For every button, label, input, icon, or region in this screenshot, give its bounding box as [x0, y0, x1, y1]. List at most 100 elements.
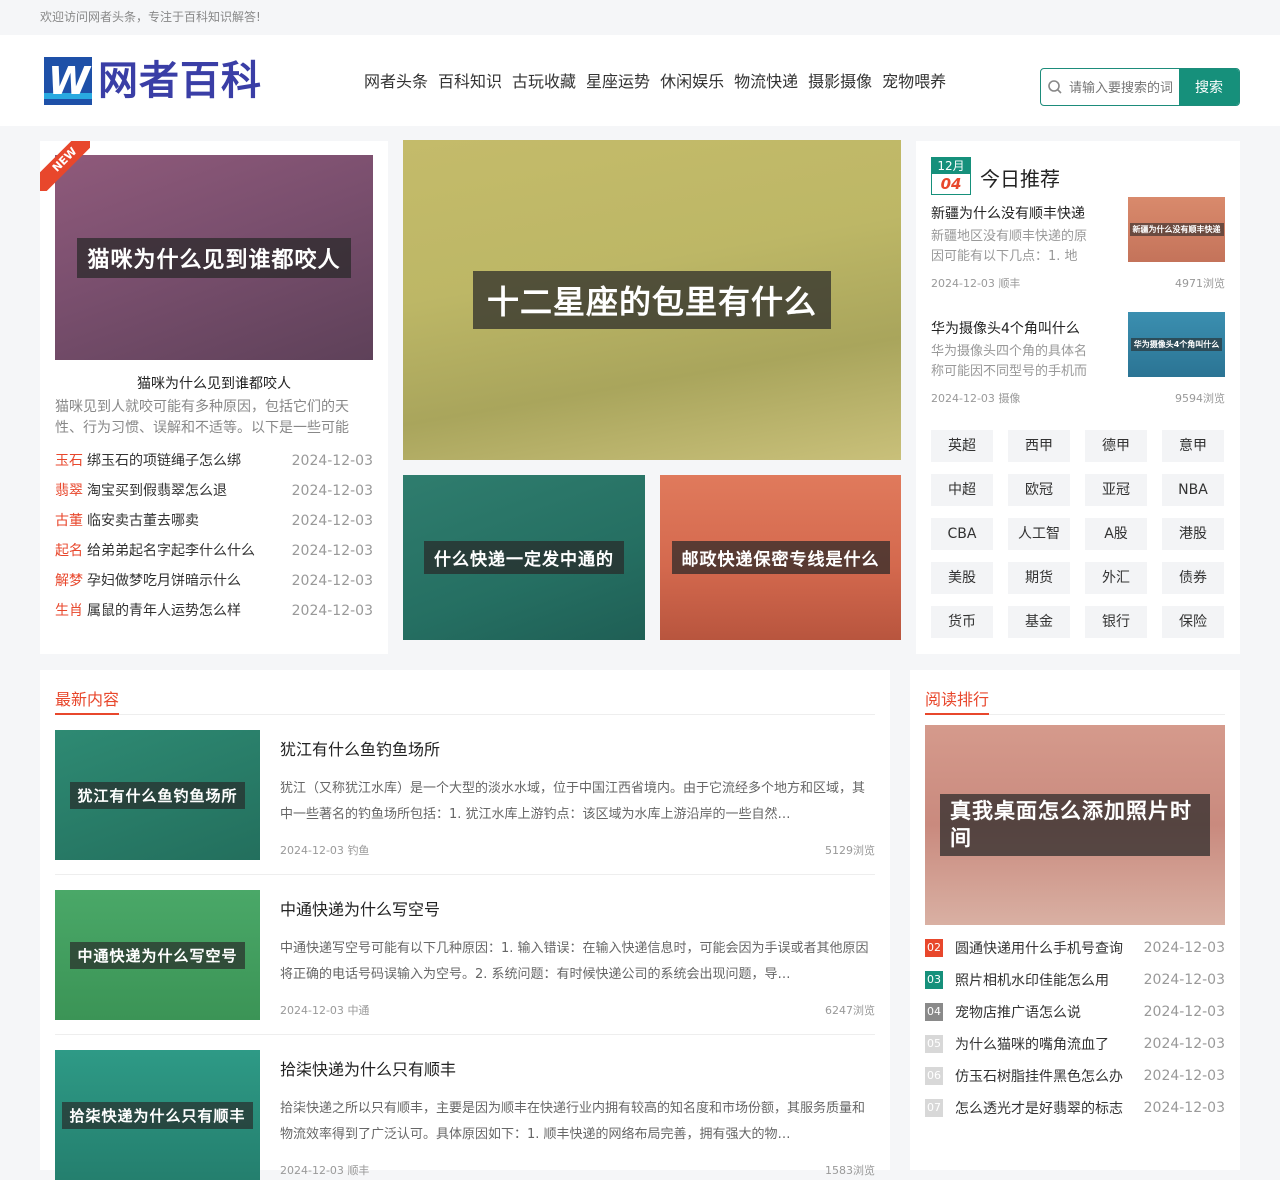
ranking-top-image[interactable]: 真我桌面怎么添加照片时间 — [925, 725, 1225, 925]
featured-image[interactable]: 猫咪为什么见到谁都咬人 — [55, 155, 373, 360]
tag-link[interactable]: 英超 — [931, 430, 993, 462]
latest-section: 最新内容 犹江有什么鱼钓鱼场所 犹江有什么鱼钓鱼场所 犹江（又称犹江水库）是一个… — [40, 670, 890, 1180]
recommend-thumb[interactable]: 华为摄像头4个角叫什么 — [1128, 312, 1225, 377]
nav-item[interactable]: 休闲娱乐 — [660, 68, 724, 96]
ranking-item[interactable]: 06 仿玉石树脂挂件黑色怎么办 2024-12-03 — [925, 1060, 1225, 1092]
ranking-item[interactable]: 05 为什么猫咪的嘴角流血了 2024-12-03 — [925, 1028, 1225, 1060]
article-desc: 中通快递写空号可能有以下几种原因：1. 输入错误：在输入快递信息时，可能会因为手… — [280, 941, 869, 982]
category-tag[interactable]: 古董 — [55, 509, 83, 539]
recommend-item[interactable]: 新疆为什么没有顺丰快递 新疆地区没有顺丰快递的原因可能有以下几点：1. 地理因…… — [931, 197, 1225, 303]
new-badge: NEW — [40, 141, 90, 191]
rank-number: 05 — [925, 1035, 943, 1053]
ranking-list: 02 圆通快递用什么手机号查询 2024-12-03 03 照片相机水印佳能怎么用 20… — [925, 932, 1225, 1124]
sub-banner-1-caption: 什么快递一定发中通的 — [424, 541, 624, 574]
nav-item[interactable]: 摄影摄像 — [808, 68, 872, 96]
article-title[interactable]: 犹江有什么鱼钓鱼场所 — [280, 736, 440, 760]
tag-link[interactable]: 港股 — [1162, 518, 1224, 550]
article-desc: 拾柒快递之所以只有顺丰，主要是因为顺丰在快递行业内拥有较高的知名度和市场份额，其… — [280, 1101, 866, 1142]
search-box: 搜索 — [1040, 68, 1240, 106]
ranking-item[interactable]: 03 照片相机水印佳能怎么用 2024-12-03 — [925, 964, 1225, 996]
list-item[interactable]: 生肖 属鼠的青年人运势怎么样 2024-12-03 — [55, 599, 373, 629]
article-title[interactable]: 中通快递为什么写空号 — [280, 896, 440, 920]
recommend-title[interactable]: 新疆为什么没有顺丰快递 — [931, 203, 1085, 223]
sub-banner-2[interactable]: 邮政快递保密专线是什么 — [660, 475, 901, 640]
tag-link[interactable]: 人工智 — [1008, 518, 1070, 550]
article-item[interactable]: 犹江有什么鱼钓鱼场所 犹江有什么鱼钓鱼场所 犹江（又称犹江水库）是一个大型的淡水… — [55, 730, 875, 860]
nav-item[interactable]: 物流快递 — [734, 68, 798, 96]
date-badge: 12月 04 — [931, 157, 971, 195]
article-title[interactable]: 拾柒快递为什么只有顺丰 — [280, 1056, 456, 1080]
recommend-title[interactable]: 华为摄像头4个角叫什么 — [931, 318, 1080, 338]
main-banner-caption: 十二星座的包里有什么 — [472, 271, 831, 329]
tag-cloud: 英超 西甲 德甲 意甲 中超 欧冠 亚冠 NBA CBA 人工智 A股 港股 美… — [931, 430, 1225, 638]
ranking-item[interactable]: 02 圆通快递用什么手机号查询 2024-12-03 — [925, 932, 1225, 964]
tag-link[interactable]: 中超 — [931, 474, 993, 506]
tag-link[interactable]: 亚冠 — [1085, 474, 1147, 506]
list-item[interactable]: 翡翠 淘宝买到假翡翠怎么退 2024-12-03 — [55, 479, 373, 509]
tag-link[interactable]: CBA — [931, 518, 993, 550]
welcome-text: 欢迎访问网者头条，专注于百科知识解答! — [40, 10, 261, 24]
article-thumb[interactable]: 中通快递为什么写空号 — [55, 890, 260, 1020]
rank-number: 07 — [925, 1099, 943, 1117]
nav-item[interactable]: 百科知识 — [438, 68, 502, 96]
article-thumb[interactable]: 犹江有什么鱼钓鱼场所 — [55, 730, 260, 860]
article-desc: 犹江（又称犹江水库）是一个大型的淡水水域，位于中国江西省境内。由于它流经多个地方… — [280, 781, 866, 822]
tag-link[interactable]: 外汇 — [1085, 562, 1147, 594]
main-banner[interactable]: 十二星座的包里有什么 — [403, 140, 901, 460]
list-item[interactable]: 玉石 绑玉石的项链绳子怎么绑 2024-12-03 — [55, 449, 373, 479]
tag-link[interactable]: A股 — [1085, 518, 1147, 550]
list-item[interactable]: 解梦 孕妇做梦吃月饼暗示什么 2024-12-03 — [55, 569, 373, 599]
logo-icon: W — [44, 57, 92, 105]
category-tag[interactable]: 起名 — [55, 539, 83, 569]
tag-link[interactable]: 货币 — [931, 606, 993, 638]
featured-list: 玉石 绑玉石的项链绳子怎么绑 2024-12-03 翡翠 淘宝买到假翡翠怎么退 2024… — [55, 449, 373, 629]
recommend-item[interactable]: 华为摄像头4个角叫什么 华为摄像头四个角的具体名称可能因不同型号的手机而有… 2… — [931, 312, 1225, 418]
tag-link[interactable]: 基金 — [1008, 606, 1070, 638]
today-card: 12月 04 今日推荐 新疆为什么没有顺丰快递 新疆地区没有顺丰快递的原因可能有… — [916, 141, 1240, 654]
recommend-thumb[interactable]: 新疆为什么没有顺丰快递 — [1128, 197, 1225, 262]
tag-link[interactable]: 保险 — [1162, 606, 1224, 638]
rank-number: 02 — [925, 939, 943, 957]
category-tag[interactable]: 解梦 — [55, 569, 83, 599]
nav-item[interactable]: 网者头条 — [364, 68, 428, 96]
tag-link[interactable]: 德甲 — [1085, 430, 1147, 462]
site-header: W 网者百科 网者头条 百科知识 古玩收藏 星座运势 休闲娱乐 物流快递 摄影摄… — [0, 35, 1280, 126]
tag-link[interactable]: 欧冠 — [1008, 474, 1070, 506]
today-heading: 今日推荐 — [980, 167, 1060, 191]
tag-link[interactable]: 债券 — [1162, 562, 1224, 594]
welcome-bar: 欢迎访问网者头条，专注于百科知识解答! — [0, 0, 1280, 35]
main-nav: 网者头条 百科知识 古玩收藏 星座运势 休闲娱乐 物流快递 摄影摄像 宠物喂养 — [364, 68, 946, 96]
nav-item[interactable]: 星座运势 — [586, 68, 650, 96]
featured-title[interactable]: 猫咪为什么见到谁都咬人 — [40, 373, 388, 393]
tag-link[interactable]: 银行 — [1085, 606, 1147, 638]
rank-number: 03 — [925, 971, 943, 989]
featured-card: NEW 猫咪为什么见到谁都咬人 猫咪为什么见到谁都咬人 猫咪见到人就咬可能有多种… — [40, 141, 388, 654]
rank-number: 06 — [925, 1067, 943, 1085]
nav-item[interactable]: 古玩收藏 — [512, 68, 576, 96]
logo-text: 网者百科 — [98, 58, 262, 104]
sub-banner-1[interactable]: 什么快递一定发中通的 — [403, 475, 645, 640]
category-tag[interactable]: 生肖 — [55, 599, 83, 629]
tag-link[interactable]: 期货 — [1008, 562, 1070, 594]
search-input[interactable] — [1069, 69, 1179, 105]
category-tag[interactable]: 翡翠 — [55, 479, 83, 509]
featured-image-caption: 猫咪为什么见到谁都咬人 — [77, 237, 351, 278]
nav-item[interactable]: 宠物喂养 — [882, 68, 946, 96]
rank-number: 04 — [925, 1003, 943, 1021]
list-item[interactable]: 起名 给弟弟起名字起李什么什么 2024-12-03 — [55, 539, 373, 569]
search-button[interactable]: 搜索 — [1179, 69, 1239, 105]
list-item[interactable]: 古董 临安卖古董去哪卖 2024-12-03 — [55, 509, 373, 539]
tag-link[interactable]: 西甲 — [1008, 430, 1070, 462]
featured-desc: 猫咪见到人就咬可能有多种原因，包括它们的天性、行为习惯、误解和不适等。以下是一些… — [55, 399, 349, 436]
section-title: 阅读排行 — [925, 690, 990, 709]
site-logo[interactable]: W 网者百科 — [44, 56, 276, 106]
article-item[interactable]: 中通快递为什么写空号 中通快递为什么写空号 中通快递写空号可能有以下几种原因：1… — [55, 890, 875, 1020]
tag-link[interactable]: 美股 — [931, 562, 993, 594]
article-thumb[interactable]: 拾柒快递为什么只有顺丰 — [55, 1050, 260, 1180]
tag-link[interactable]: NBA — [1162, 474, 1224, 506]
ranking-item[interactable]: 07 怎么透光才是好翡翠的标志 2024-12-03 — [925, 1092, 1225, 1124]
ranking-item[interactable]: 04 宠物店推广语怎么说 2024-12-03 — [925, 996, 1225, 1028]
category-tag[interactable]: 玉石 — [55, 449, 83, 479]
tag-link[interactable]: 意甲 — [1162, 430, 1224, 462]
article-item[interactable]: 拾柒快递为什么只有顺丰 拾柒快递为什么只有顺丰 拾柒快递之所以只有顺丰，主要是因… — [55, 1050, 875, 1180]
